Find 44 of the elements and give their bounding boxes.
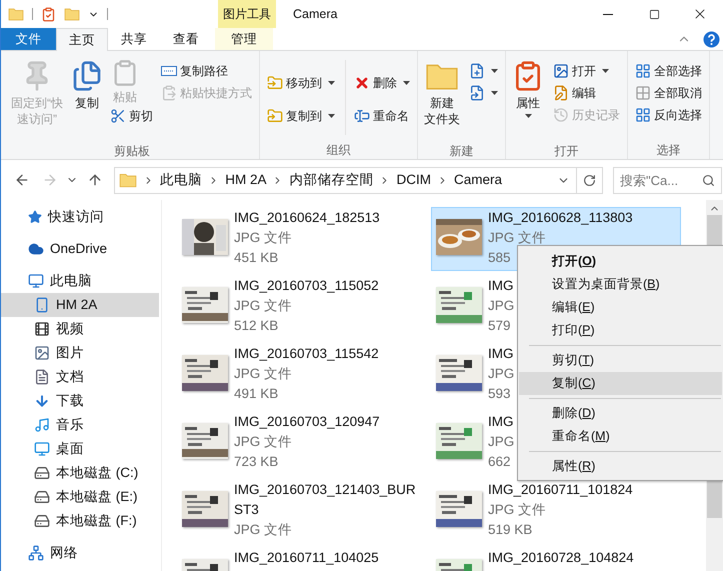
button-label: 文件夹 — [424, 111, 460, 127]
file-size: 491 KB — [234, 385, 278, 403]
file-name: IMG — [488, 277, 514, 295]
file-size: 512 KB — [234, 317, 278, 335]
context-tab-header: 图片工具 — [218, 0, 276, 28]
file-type: JPG 文件 — [234, 297, 292, 315]
file-size: 723 KB — [234, 453, 278, 471]
group-label: 新建 — [450, 143, 474, 160]
file-name: IMG_20160703_115542 — [234, 345, 379, 363]
window-title: Camera — [293, 6, 338, 23]
file-type: JPG 文件 — [488, 229, 546, 247]
file-type: JPG 文件 — [234, 365, 292, 383]
file-size: 451 KB — [234, 249, 278, 267]
button-label: 固定到“快 — [11, 95, 63, 111]
file-type: JPG — [488, 297, 514, 315]
file-name: IMG_20160711_101824 — [488, 481, 633, 499]
group-label: 剪贴板 — [114, 143, 150, 160]
file-name: IMG_20160703_115052 — [234, 277, 379, 295]
file-name: IMG — [488, 413, 514, 431]
file-type: JPG 文件 — [234, 521, 292, 539]
file-name: IMG_20160728_104824 — [488, 549, 634, 567]
group-label: 选择 — [656, 142, 680, 159]
file-name: IMG — [488, 345, 514, 363]
file-name: IMG_20160703_120947 — [234, 413, 380, 431]
file-size: 585 — [488, 249, 511, 267]
file-size: 593 — [488, 385, 511, 403]
button-label: 新建 — [430, 95, 454, 111]
file-type: JPG 文件 — [488, 501, 546, 519]
file-type: JPG — [488, 433, 514, 451]
group-label: 组织 — [326, 142, 350, 159]
file-size: 579 — [488, 317, 511, 335]
file-name: IMG_20160624_182513 — [234, 209, 380, 227]
button-label: 复制 — [75, 95, 99, 111]
file-size: 519 KB — [488, 521, 532, 539]
group-label: 打开 — [554, 143, 578, 160]
file-name: IMG_20160628_113803 — [488, 209, 633, 227]
file-type: JPG 文件 — [234, 229, 292, 247]
file-name: IMG_20160703_121403_BURST3 — [234, 481, 417, 519]
file-type: JPG — [488, 365, 514, 383]
button-label: 属性 — [516, 95, 540, 111]
file-type: JPG 文件 — [234, 433, 292, 451]
file-size: 662 — [488, 453, 511, 471]
button-label: 速访问” — [17, 111, 57, 127]
file-name: IMG_20160711_104025 — [234, 549, 379, 567]
